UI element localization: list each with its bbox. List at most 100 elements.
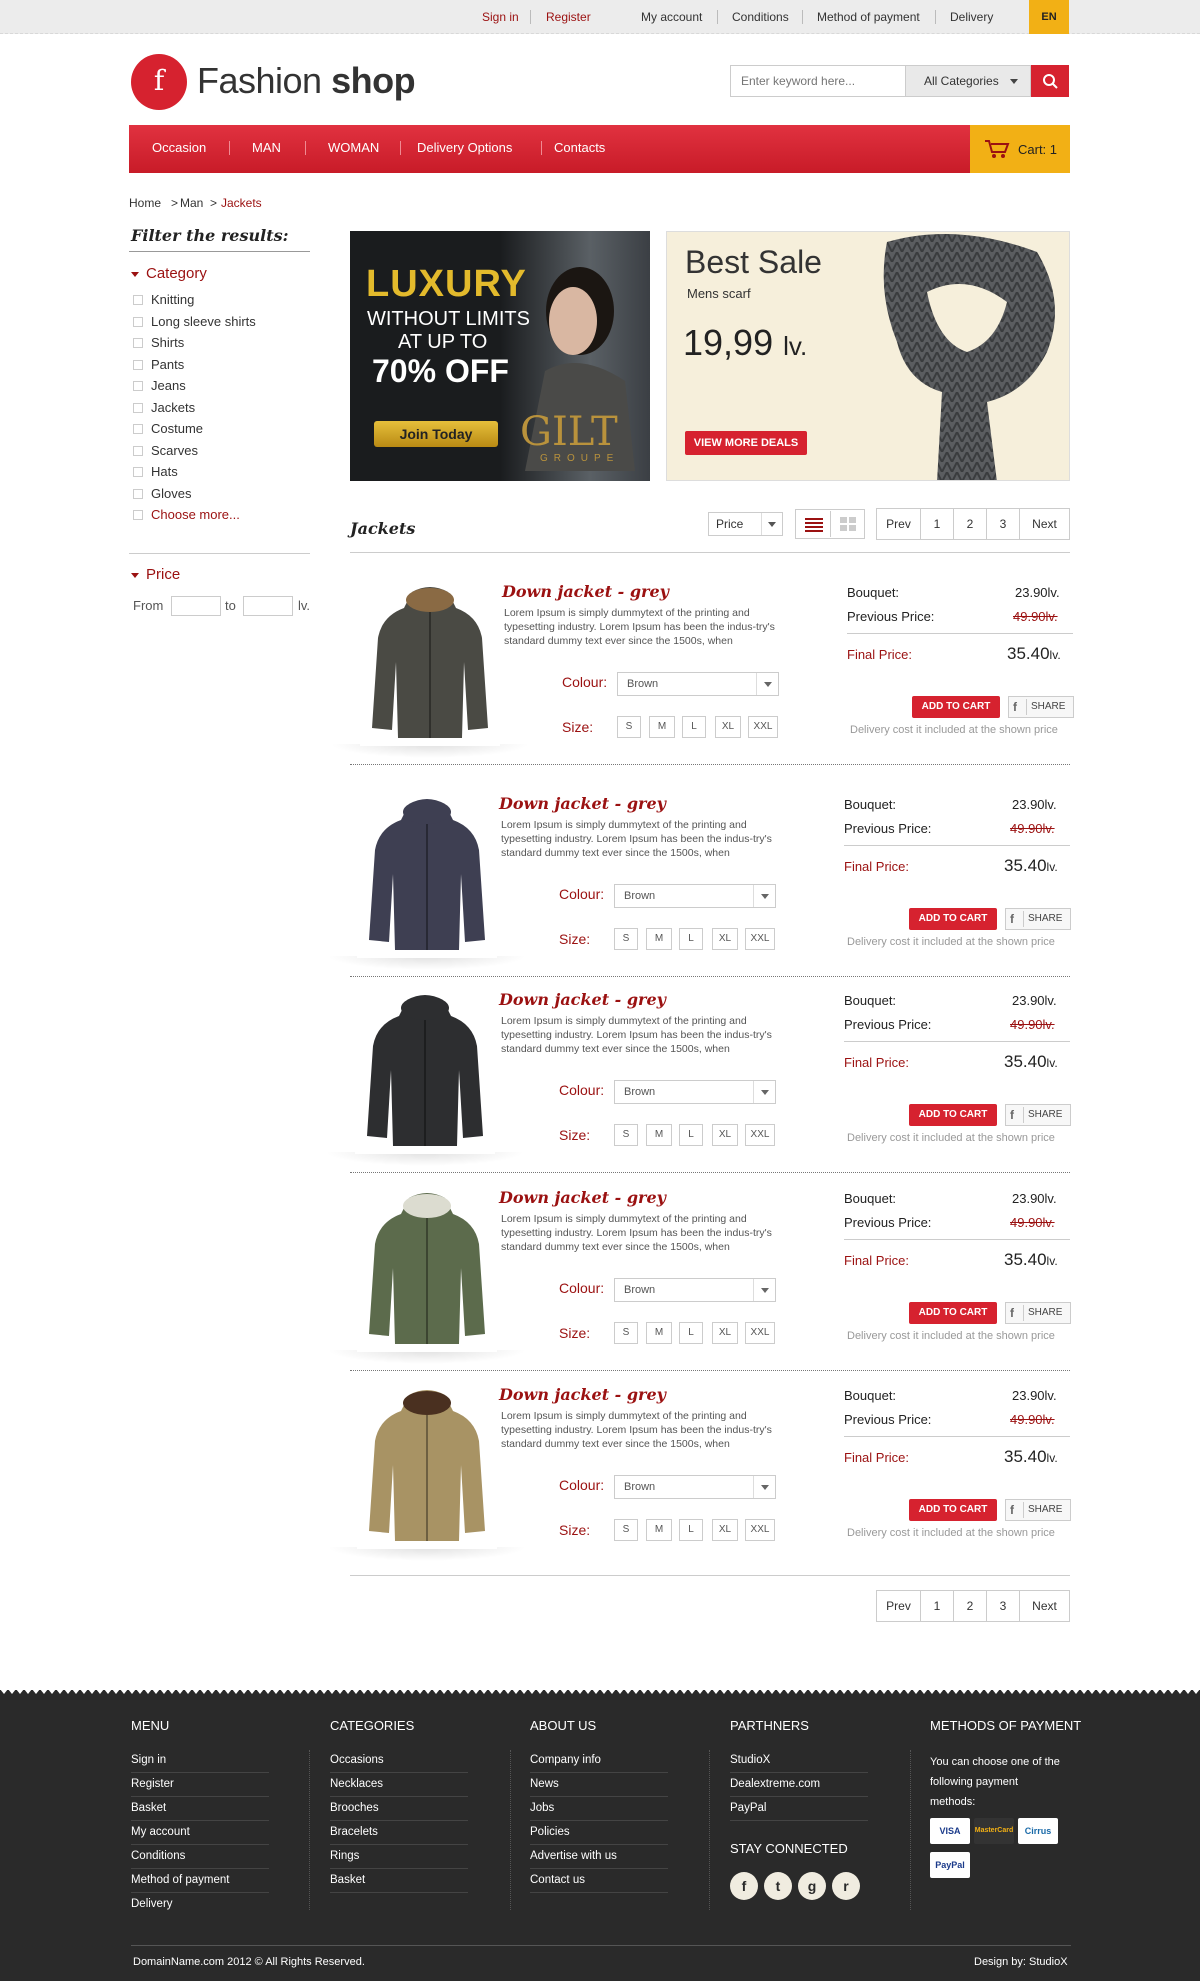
checkbox[interactable]	[133, 445, 143, 456]
size-option[interactable]: M	[646, 1519, 672, 1541]
sign-in-link[interactable]: Sign in	[482, 10, 519, 24]
language-button[interactable]: EN	[1029, 0, 1069, 34]
my-account-link[interactable]: My account	[641, 10, 702, 24]
share-button[interactable]: f SHARE	[1005, 908, 1071, 930]
pagination-page-2[interactable]: 2	[953, 508, 987, 540]
checkbox[interactable]	[133, 424, 143, 434]
category-filter-item[interactable]: Jeans	[133, 378, 186, 393]
size-option[interactable]: L	[679, 1519, 703, 1541]
add-to-cart-button[interactable]: ADD TO CART	[909, 1499, 997, 1521]
join-today-button[interactable]: Join Today	[374, 421, 498, 447]
category-filter-item[interactable]: Costume	[133, 421, 203, 436]
sort-select[interactable]: Price	[708, 512, 783, 536]
size-option[interactable]: L	[682, 716, 706, 738]
logo-text[interactable]: Fashion shop	[197, 60, 416, 102]
size-option[interactable]: L	[679, 928, 703, 950]
checkbox[interactable]	[133, 467, 143, 477]
size-option[interactable]: XXL	[745, 1322, 775, 1344]
nav-item-delivery-options[interactable]: Delivery Options	[417, 140, 512, 155]
pagination-page-3[interactable]: 3	[986, 508, 1020, 540]
product-title[interactable]: Down jacket - grey	[499, 1385, 666, 1404]
footer-link[interactable]: Basket	[330, 1874, 365, 1886]
footer-link[interactable]: Jobs	[530, 1802, 554, 1814]
twitter-icon[interactable]: t	[764, 1872, 792, 1900]
search-button[interactable]	[1031, 65, 1069, 97]
checkbox[interactable]	[133, 316, 143, 327]
size-option[interactable]: XL	[715, 716, 741, 738]
size-option[interactable]: S	[617, 716, 641, 738]
logo-icon[interactable]: f	[131, 54, 187, 110]
product-image[interactable]	[355, 986, 495, 1154]
add-to-cart-button[interactable]: ADD TO CART	[909, 1302, 997, 1324]
footer-link[interactable]: Company info	[530, 1754, 601, 1766]
size-option[interactable]: XXL	[745, 1124, 775, 1146]
product-image[interactable]	[357, 790, 497, 958]
category-filter-item[interactable]: Scarves	[133, 443, 198, 458]
google-plus-icon[interactable]: g	[798, 1872, 826, 1900]
category-filter-item[interactable]: Knitting	[133, 292, 194, 307]
category-heading[interactable]: Category	[146, 265, 207, 282]
size-option[interactable]: M	[649, 716, 675, 738]
share-button[interactable]: f SHARE	[1008, 696, 1074, 718]
method-of-payment-link[interactable]: Method of payment	[817, 10, 920, 24]
checkbox[interactable]	[133, 402, 143, 413]
share-button[interactable]: f SHARE	[1005, 1104, 1071, 1126]
footer-link[interactable]: Register	[131, 1778, 174, 1790]
colour-select[interactable]: Brown	[614, 1080, 776, 1104]
checkbox[interactable]	[133, 295, 143, 305]
size-option[interactable]: L	[679, 1124, 703, 1146]
product-title[interactable]: Down jacket - grey	[499, 990, 666, 1009]
price-from-input[interactable]	[171, 596, 221, 616]
share-button[interactable]: f SHARE	[1005, 1499, 1071, 1521]
checkbox[interactable]	[133, 381, 143, 391]
colour-select[interactable]: Brown	[614, 1278, 776, 1302]
conditions-link[interactable]: Conditions	[732, 10, 789, 24]
add-to-cart-button[interactable]: ADD TO CART	[909, 908, 997, 930]
choose-more-link[interactable]: Choose more...	[133, 507, 240, 522]
pagination-next[interactable]: Next	[1019, 508, 1070, 540]
footer-link[interactable]: Delivery	[131, 1898, 173, 1910]
footer-link[interactable]: Policies	[530, 1826, 570, 1838]
list-view-button[interactable]	[797, 511, 831, 537]
pagination-page-1[interactable]: 1	[920, 508, 954, 540]
delivery-link[interactable]: Delivery	[950, 10, 993, 24]
footer-link[interactable]: Method of payment	[131, 1874, 229, 1886]
footer-link[interactable]: News	[530, 1778, 559, 1790]
footer-link[interactable]: Bracelets	[330, 1826, 378, 1838]
pagination-prev[interactable]: Prev	[876, 508, 921, 540]
size-option[interactable]: XXL	[745, 1519, 775, 1541]
facebook-icon[interactable]: f	[730, 1872, 758, 1900]
add-to-cart-button[interactable]: ADD TO CART	[912, 696, 1000, 718]
footer-link[interactable]: Brooches	[330, 1802, 379, 1814]
size-option[interactable]: XL	[712, 1322, 738, 1344]
search-input[interactable]	[730, 65, 906, 97]
colour-select[interactable]: Brown	[614, 1475, 776, 1499]
footer-link[interactable]: Basket	[131, 1802, 166, 1814]
category-filter-item[interactable]: Hats	[133, 464, 178, 479]
product-image[interactable]	[357, 1184, 497, 1352]
colour-select[interactable]: Brown	[617, 672, 779, 696]
pagination-page-1[interactable]: 1	[920, 1590, 954, 1622]
nav-item-contacts[interactable]: Contacts	[554, 140, 605, 155]
add-to-cart-button[interactable]: ADD TO CART	[909, 1104, 997, 1126]
checkbox[interactable]	[133, 488, 143, 499]
footer-link[interactable]: Contact us	[530, 1874, 585, 1886]
best-sale-banner[interactable]: Best Sale Mens scarf 19,99 lv. VIEW MORE…	[666, 231, 1070, 481]
size-option[interactable]: XXL	[745, 928, 775, 950]
cart-button[interactable]: Cart: 1	[970, 125, 1070, 173]
footer-link[interactable]: Sign in	[131, 1754, 166, 1766]
category-filter-item[interactable]: Jackets	[133, 400, 195, 415]
checkbox[interactable]	[133, 338, 143, 348]
register-link[interactable]: Register	[546, 10, 591, 24]
view-more-deals-button[interactable]: VIEW MORE DEALS	[685, 431, 807, 455]
grid-view-button[interactable]	[832, 511, 864, 537]
price-heading[interactable]: Price	[146, 566, 180, 583]
nav-item-occasion[interactable]: Occasion	[152, 140, 206, 155]
price-to-input[interactable]	[243, 596, 293, 616]
product-image[interactable]	[360, 578, 500, 746]
size-option[interactable]: S	[614, 1322, 638, 1344]
luxury-banner[interactable]: LUXURY WITHOUT LIMITS AT UP TO 70% OFF J…	[350, 231, 650, 481]
footer-link[interactable]: Occasions	[330, 1754, 384, 1766]
product-title[interactable]: Down jacket - grey	[499, 1188, 666, 1207]
size-option[interactable]: XXL	[748, 716, 778, 738]
